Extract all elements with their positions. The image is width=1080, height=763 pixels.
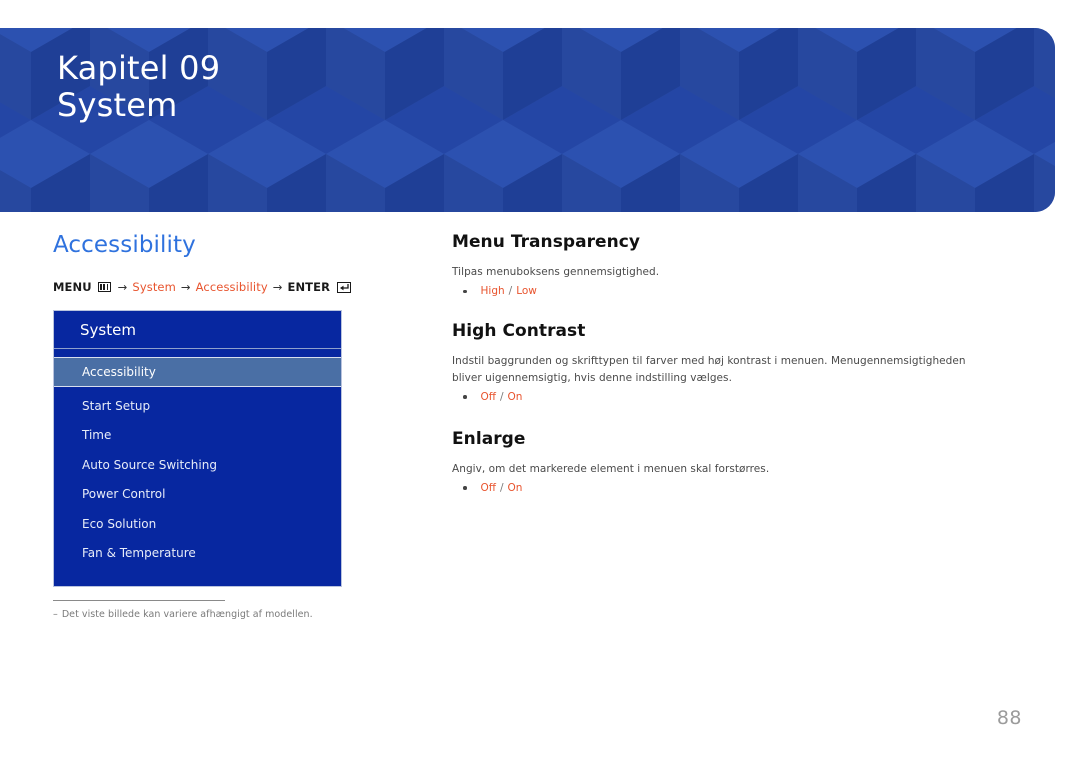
osd-item-eco-solution[interactable]: Eco Solution	[54, 509, 341, 539]
osd-item-start-setup[interactable]: Start Setup	[54, 391, 341, 421]
setting-heading-menu-transparency: Menu Transparency	[452, 232, 641, 252]
menu-button-label: MENU	[53, 280, 92, 294]
setting-description-high-contrast: Indstil baggrunden og skrifttypen til fa…	[452, 355, 966, 384]
path-arrow-3: →	[272, 280, 283, 294]
setting-options-menu-transparency: High / Low	[452, 285, 992, 297]
osd-item-accessibility[interactable]: Accessibility	[54, 357, 341, 387]
option-separator: /	[500, 390, 504, 403]
option-value-low: Low	[516, 285, 537, 298]
page-number: 88	[996, 707, 1022, 729]
footnote: – Det viste billede kan variere afhængigt…	[53, 600, 413, 620]
page-title: Accessibility	[53, 232, 196, 258]
menu-grid-icon	[97, 282, 111, 292]
footnote-line: – Det viste billede kan variere afhængigt…	[53, 609, 413, 620]
osd-item-fan-and-temperature[interactable]: Fan & Temperature	[54, 539, 341, 569]
path-item-accessibility: Accessibility	[195, 280, 268, 294]
bullet-icon	[463, 486, 467, 490]
osd-menu-header: System	[54, 311, 341, 349]
left-column: Accessibility MENU → System → Accessibil…	[53, 232, 413, 587]
path-item-system: System	[132, 280, 176, 294]
option-value-off: Off	[480, 390, 497, 403]
osd-menu-panel: System Accessibility Start Setup Time Au…	[53, 310, 342, 587]
option-separator: /	[500, 482, 504, 495]
setting-heading-enlarge: Enlarge	[452, 428, 526, 449]
osd-item-time[interactable]: Time	[54, 421, 341, 451]
option-value-off: Off	[480, 482, 497, 495]
osd-top-spacer	[54, 349, 341, 356]
footnote-text: Det viste billede kan variere afhængigt …	[61, 609, 313, 620]
setting-description-enlarge: Angiv, om det markerede element i menuen…	[452, 462, 770, 475]
chapter-label: Kapitel 09	[57, 49, 221, 87]
footnote-divider	[53, 600, 225, 601]
option-value-on: On	[507, 390, 523, 403]
osd-item-auto-source-switching[interactable]: Auto Source Switching	[54, 450, 341, 480]
path-arrow-1: →	[117, 280, 128, 294]
menu-navigation-path: MENU → System → Accessibility → ENTER	[53, 280, 413, 294]
setting-block-enlarge: Enlarge Angiv, om det markerede element …	[452, 429, 992, 494]
setting-block-high-contrast: High Contrast Indstil baggrunden og skri…	[452, 321, 992, 403]
option-value-high: High	[480, 285, 505, 298]
path-arrow-2: →	[180, 280, 191, 294]
bullet-icon	[463, 395, 467, 399]
setting-options-enlarge: Off / On	[452, 482, 992, 494]
setting-options-high-contrast: Off / On	[452, 391, 992, 403]
setting-heading-high-contrast: High Contrast	[452, 321, 586, 342]
option-value-on: On	[507, 482, 523, 495]
right-column: Menu Transparency Tilpas menuboksens gen…	[452, 232, 992, 518]
setting-description-menu-transparency: Tilpas menuboksens gennemsigtighed.	[452, 266, 660, 278]
setting-block-menu-transparency: Menu Transparency Tilpas menuboksens gen…	[452, 232, 992, 297]
option-separator: /	[508, 285, 513, 298]
footnote-dash: –	[53, 609, 58, 620]
banner-title-group: Kapitel 09 System	[57, 49, 221, 125]
enter-key-icon	[337, 281, 352, 293]
enter-button-label: ENTER	[287, 280, 331, 294]
osd-item-power-control[interactable]: Power Control	[54, 480, 341, 510]
bullet-icon	[463, 289, 467, 294]
chapter-banner: Kapitel 09 System	[0, 28, 1055, 212]
chapter-title: System	[57, 86, 178, 125]
